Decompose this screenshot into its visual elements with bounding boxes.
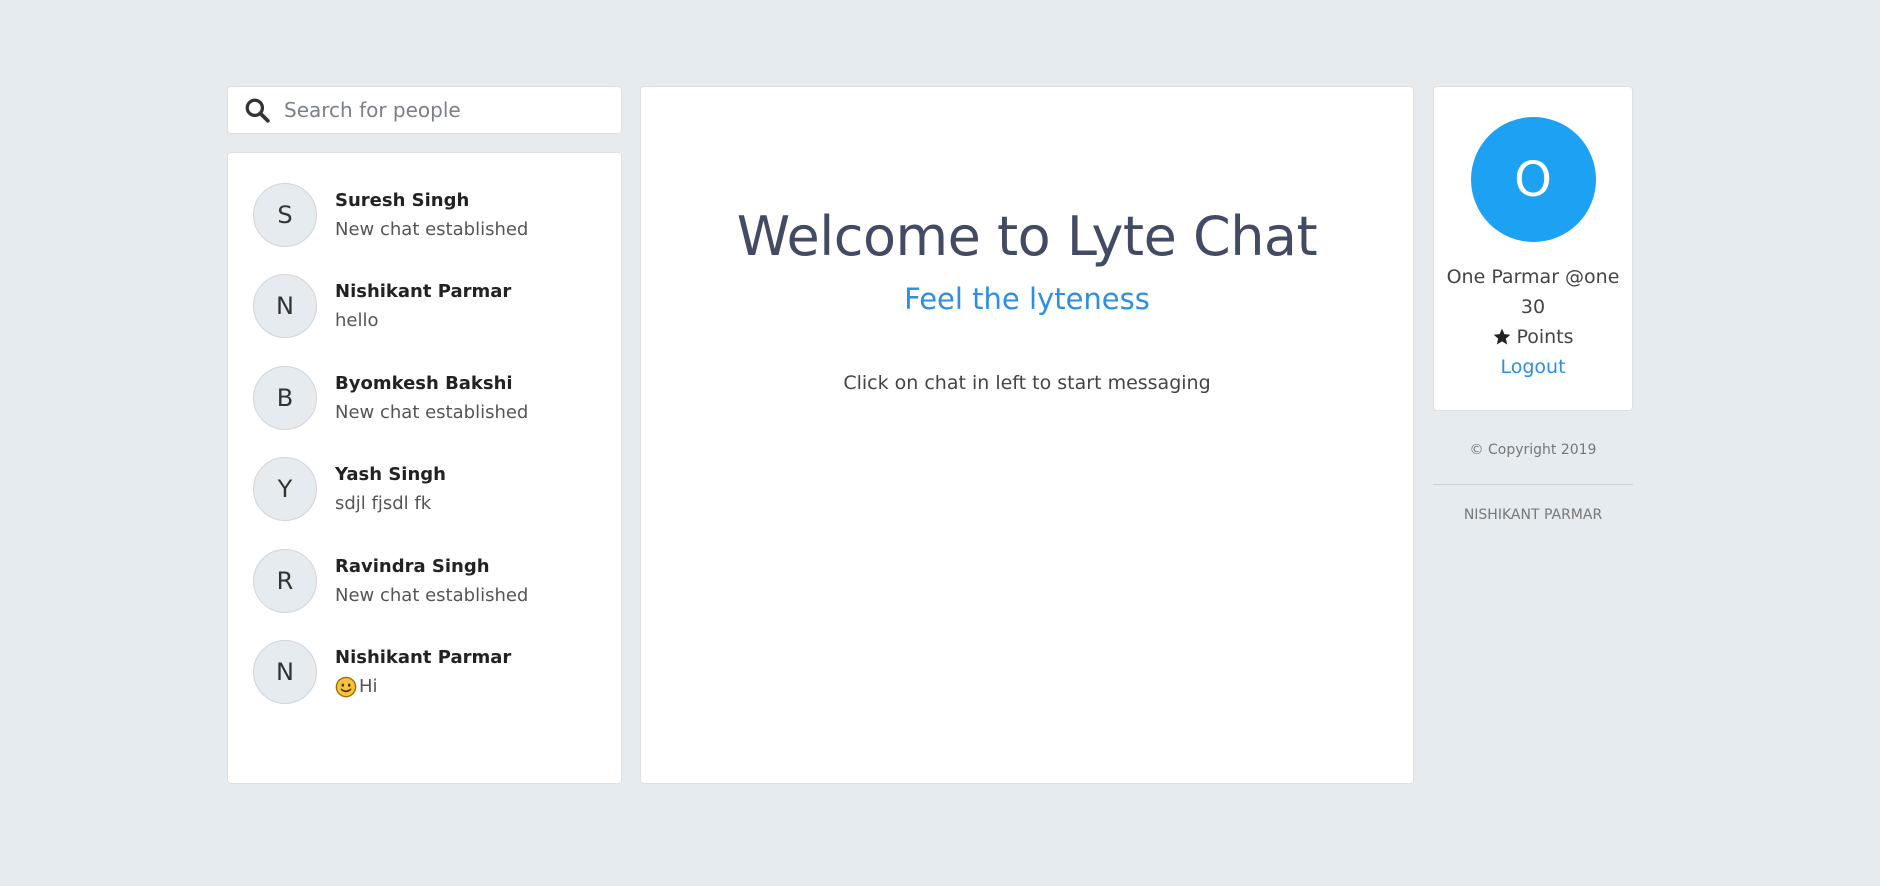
avatar: N: [253, 274, 317, 339]
search-input[interactable]: [284, 98, 621, 122]
chat-last-message: Hi: [335, 676, 511, 698]
profile-card: O One Parmar @one 30 Points Logout: [1433, 86, 1633, 411]
chat-list-item[interactable]: S Suresh Singh New chat established: [228, 169, 621, 261]
points-row: Points: [1434, 322, 1632, 352]
search-bar[interactable]: [227, 86, 622, 134]
points-value: 30: [1520, 296, 1546, 318]
main-panel: Welcome to Lyte Chat Feel the lyteness C…: [640, 86, 1414, 784]
smiley-emoji-icon: [335, 676, 357, 698]
chat-list-item[interactable]: Y Yash Singh sdjl fjsdl fk: [228, 444, 621, 536]
search-icon: [245, 98, 270, 123]
chat-list-item[interactable]: B Byomkesh Bakshi New chat established: [228, 352, 621, 444]
avatar: N: [253, 640, 317, 705]
chat-name: Byomkesh Bakshi: [335, 372, 513, 394]
chat-last-message: sdjl fjsdl fk: [335, 493, 432, 515]
welcome-subtitle: Feel the lyteness: [904, 282, 1150, 316]
avatar: S: [253, 182, 317, 247]
points-label: Points: [1516, 326, 1574, 348]
avatar: R: [253, 548, 317, 613]
avatar: Y: [253, 457, 317, 522]
logout-link[interactable]: Logout: [1434, 352, 1632, 382]
chat-list: S Suresh Singh New chat established N Ni…: [227, 152, 622, 784]
chat-name: Ravindra Singh: [335, 555, 490, 577]
footer-divider: [1433, 484, 1633, 485]
chat-name: Nishikant Parmar: [335, 646, 512, 668]
welcome-hint: Click on chat in left to start messaging: [843, 372, 1211, 394]
chat-list-item[interactable]: N Nishikant Parmar hello: [228, 261, 621, 353]
chat-list-item[interactable]: N Nishikant Parmar Hi: [228, 627, 621, 719]
chat-last-message: New chat established: [335, 218, 529, 240]
chat-name: Nishikant Parmar: [335, 281, 512, 303]
avatar: B: [253, 365, 317, 430]
copyright-text: © Copyright 2019: [1469, 442, 1597, 458]
footer-author: NISHIKANT PARMAR: [1463, 507, 1603, 523]
chat-last-message: hello: [335, 310, 379, 332]
profile-avatar: O: [1470, 117, 1596, 242]
chat-name: Yash Singh: [335, 464, 446, 486]
chat-last-message: New chat established: [335, 584, 529, 606]
chat-name: Suresh Singh: [335, 189, 470, 211]
chat-list-item[interactable]: R Ravindra Singh New chat established: [228, 535, 621, 627]
profile-name: One Parmar @one 30: [1446, 266, 1620, 318]
star-icon: [1494, 328, 1511, 345]
chat-last-message: New chat established: [335, 401, 529, 423]
welcome-title: Welcome to Lyte Chat: [736, 205, 1318, 268]
